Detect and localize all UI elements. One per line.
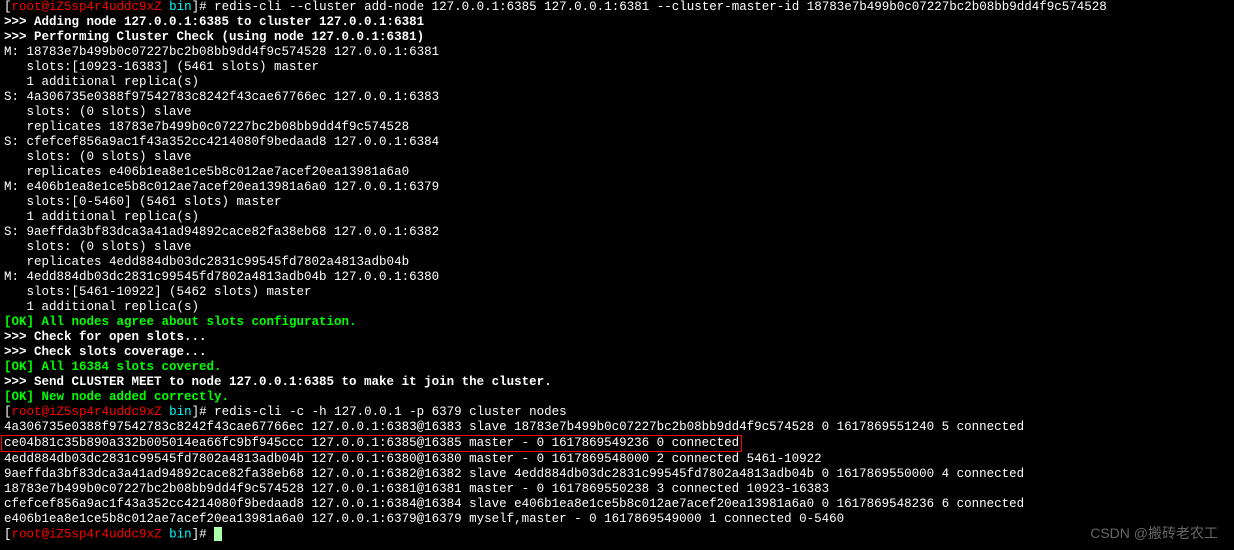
ok-line: [OK] All 16384 slots covered.: [4, 360, 1230, 375]
prompt-line-3[interactable]: [root@iZ5sp4r4uddc9xZ bin]#: [4, 527, 1230, 542]
cluster-node-line: 4a306735e0388f97542783c8242f43cae67766ec…: [4, 420, 1230, 435]
prompt-path: bin: [169, 0, 192, 14]
cluster-node-line: 4edd884db03dc2831c99545fd7802a4813adb04b…: [4, 452, 1230, 467]
output-line: 1 additional replica(s): [4, 75, 1230, 90]
output-line: >>> Adding node 127.0.0.1:6385 to cluste…: [4, 15, 1230, 30]
prompt-line-1[interactable]: [root@iZ5sp4r4uddc9xZ bin]# redis-cli --…: [4, 0, 1230, 15]
output-line: S: 4a306735e0388f97542783c8242f43cae6776…: [4, 90, 1230, 105]
highlight-box: ce04b81c35b890a332b005014ea66fc9bf945ccc…: [1, 435, 742, 452]
output-line: slots: (0 slots) slave: [4, 105, 1230, 120]
cluster-node-line: e406b1ea8e1ce5b8c012ae7acef20ea13981a6a0…: [4, 512, 1230, 527]
ok-line: [OK] New node added correctly.: [4, 390, 1230, 405]
prompt-user: root: [12, 0, 42, 14]
output-line: replicates e406b1ea8e1ce5b8c012ae7acef20…: [4, 165, 1230, 180]
output-line: M: e406b1ea8e1ce5b8c012ae7acef20ea13981a…: [4, 180, 1230, 195]
cluster-node-line: cfefcef856a9ac1f43a352cc4214080f9bedaad8…: [4, 497, 1230, 512]
output-line: M: 18783e7b499b0c07227bc2b08bb9dd4f9c574…: [4, 45, 1230, 60]
prompt-line-2[interactable]: [root@iZ5sp4r4uddc9xZ bin]# redis-cli -c…: [4, 405, 1230, 420]
output-line: replicates 4edd884db03dc2831c99545fd7802…: [4, 255, 1230, 270]
output-line: S: 9aeffda3bf83dca3a41ad94892cace82fa38e…: [4, 225, 1230, 240]
output-line: slots:[0-5460] (5461 slots) master: [4, 195, 1230, 210]
ok-line: [OK] All nodes agree about slots configu…: [4, 315, 1230, 330]
output-line: 1 additional replica(s): [4, 300, 1230, 315]
output-line: M: 4edd884db03dc2831c99545fd7802a4813adb…: [4, 270, 1230, 285]
output-line: >>> Performing Cluster Check (using node…: [4, 30, 1230, 45]
command-1: redis-cli --cluster add-node 127.0.0.1:6…: [214, 0, 1107, 14]
output-line: slots:[10923-16383] (5461 slots) master: [4, 60, 1230, 75]
output-line: 1 additional replica(s): [4, 210, 1230, 225]
output-line: >>> Check for open slots...: [4, 330, 1230, 345]
output-line: slots:[5461-10922] (5462 slots) master: [4, 285, 1230, 300]
output-line: slots: (0 slots) slave: [4, 150, 1230, 165]
output-line: slots: (0 slots) slave: [4, 240, 1230, 255]
output-line: S: cfefcef856a9ac1f43a352cc4214080f9beda…: [4, 135, 1230, 150]
cluster-node-line: 9aeffda3bf83dca3a41ad94892cace82fa38eb68…: [4, 467, 1230, 482]
command-2: redis-cli -c -h 127.0.0.1 -p 6379 cluste…: [214, 405, 567, 419]
cursor: [214, 527, 222, 541]
watermark: CSDN @搬砖老农工: [1090, 525, 1218, 542]
cluster-node-line: 18783e7b499b0c07227bc2b08bb9dd4f9c574528…: [4, 482, 1230, 497]
highlighted-node: ce04b81c35b890a332b005014ea66fc9bf945ccc…: [4, 435, 1230, 452]
output-line: >>> Check slots coverage...: [4, 345, 1230, 360]
output-line: replicates 18783e7b499b0c07227bc2b08bb9d…: [4, 120, 1230, 135]
output-line: >>> Send CLUSTER MEET to node 127.0.0.1:…: [4, 375, 1230, 390]
